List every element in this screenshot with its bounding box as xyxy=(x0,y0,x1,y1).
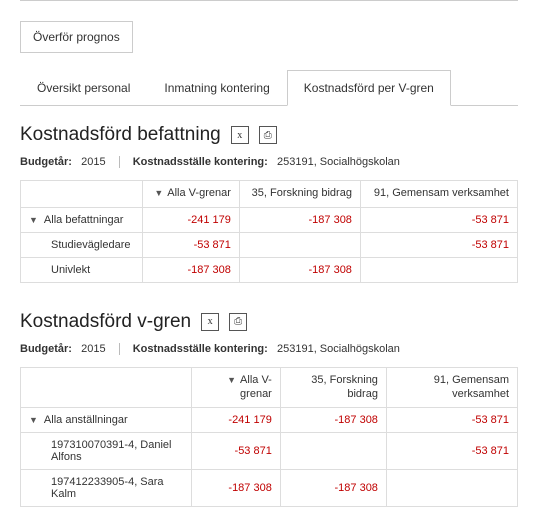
table-row: ▼Alla befattningar -241 179 -187 308 -53… xyxy=(21,207,518,232)
cell-value: -53 871 xyxy=(386,433,517,470)
budget-year-label-1: Budgetår: xyxy=(20,156,72,168)
cell-value xyxy=(239,232,360,257)
col-head-91[interactable]: 91, Gemensam verksamhet xyxy=(386,367,517,408)
transfer-forecast-button[interactable]: Överför prognos xyxy=(20,21,133,53)
excel-export-icon[interactable]: x xyxy=(231,126,249,144)
table-corner xyxy=(21,181,143,208)
meta-line-2: Budgetår: 2015 Kostnadsställe kontering:… xyxy=(20,343,518,355)
chevron-down-icon: ▼ xyxy=(29,415,38,425)
cell-value xyxy=(360,257,517,282)
section-title-vgren: Kostnadsförd v-gren x ⎙ xyxy=(20,311,518,333)
tab-overview-personal[interactable]: Översikt personal xyxy=(20,70,147,106)
col-head-35[interactable]: 35, Forskning bidrag xyxy=(239,181,360,208)
meta-line-1: Budgetår: 2015 Kostnadsställe kontering:… xyxy=(20,156,518,168)
tab-cost-per-vgren[interactable]: Kostnadsförd per V-gren xyxy=(287,70,451,106)
budget-year-value-2: 2015 xyxy=(81,343,105,355)
col-head-all-vgren[interactable]: ▼Alla V-grenar xyxy=(191,367,280,408)
cost-center-label-1: Kostnadsställe kontering: xyxy=(133,156,268,168)
cell-value: -53 871 xyxy=(360,207,517,232)
table-vgren: ▼Alla V-grenar 35, Forskning bidrag 91, … xyxy=(20,367,518,507)
cost-center-value-1: 253191, Socialhögskolan xyxy=(277,156,400,168)
row-univlekt[interactable]: Univlekt xyxy=(21,257,143,282)
cell-value: -187 308 xyxy=(280,470,386,507)
col-head-all-vgren[interactable]: ▼Alla V-grenar xyxy=(143,181,240,208)
table-row: Studievägledare -53 871 -53 871 xyxy=(21,232,518,257)
section-title-befattning-text: Kostnadsförd befattning xyxy=(20,124,221,146)
row-all-employments[interactable]: ▼Alla anställningar xyxy=(21,408,192,433)
cost-center-label-2: Kostnadsställe kontering: xyxy=(133,343,268,355)
cell-value xyxy=(280,433,386,470)
budget-year-label-2: Budgetår: xyxy=(20,343,72,355)
table-row: 197412233905-4, Sara Kalm -187 308 -187 … xyxy=(21,470,518,507)
table-row: 197310070391-4, Daniel Alfons -53 871 -5… xyxy=(21,433,518,470)
table-row: Univlekt -187 308 -187 308 xyxy=(21,257,518,282)
table-corner xyxy=(21,367,192,408)
table-row: ▼Alla anställningar -241 179 -187 308 -5… xyxy=(21,408,518,433)
cell-value: -187 308 xyxy=(239,207,360,232)
cell-value: -241 179 xyxy=(191,408,280,433)
cell-value: -187 308 xyxy=(239,257,360,282)
cell-value: -53 871 xyxy=(143,232,240,257)
row-studievagledare[interactable]: Studievägledare xyxy=(21,232,143,257)
excel-export-icon[interactable]: x xyxy=(201,313,219,331)
budget-year-value-1: 2015 xyxy=(81,156,105,168)
cell-value: -53 871 xyxy=(386,408,517,433)
cell-value: -187 308 xyxy=(143,257,240,282)
col-head-35[interactable]: 35, Forskning bidrag xyxy=(280,367,386,408)
cell-value: -187 308 xyxy=(280,408,386,433)
cell-value: -53 871 xyxy=(191,433,280,470)
cell-value: -187 308 xyxy=(191,470,280,507)
pdf-export-icon[interactable]: ⎙ xyxy=(229,313,247,331)
cell-value: -241 179 xyxy=(143,207,240,232)
cost-center-value-2: 253191, Socialhögskolan xyxy=(277,343,400,355)
tabs-bar: Översikt personal Inmatning kontering Ko… xyxy=(20,69,518,106)
cell-value: -53 871 xyxy=(360,232,517,257)
section-title-befattning: Kostnadsförd befattning x ⎙ xyxy=(20,124,518,146)
row-employee-2[interactable]: 197412233905-4, Sara Kalm xyxy=(21,470,192,507)
tab-input-accounting[interactable]: Inmatning kontering xyxy=(147,70,286,106)
col-head-91[interactable]: 91, Gemensam verksamhet xyxy=(360,181,517,208)
row-all-positions[interactable]: ▼Alla befattningar xyxy=(21,207,143,232)
chevron-down-icon: ▼ xyxy=(29,215,38,225)
section-title-vgren-text: Kostnadsförd v-gren xyxy=(20,311,191,333)
cell-value xyxy=(386,470,517,507)
row-employee-1[interactable]: 197310070391-4, Daniel Alfons xyxy=(21,433,192,470)
table-befattning: ▼Alla V-grenar 35, Forskning bidrag 91, … xyxy=(20,180,518,283)
pdf-export-icon[interactable]: ⎙ xyxy=(259,126,277,144)
